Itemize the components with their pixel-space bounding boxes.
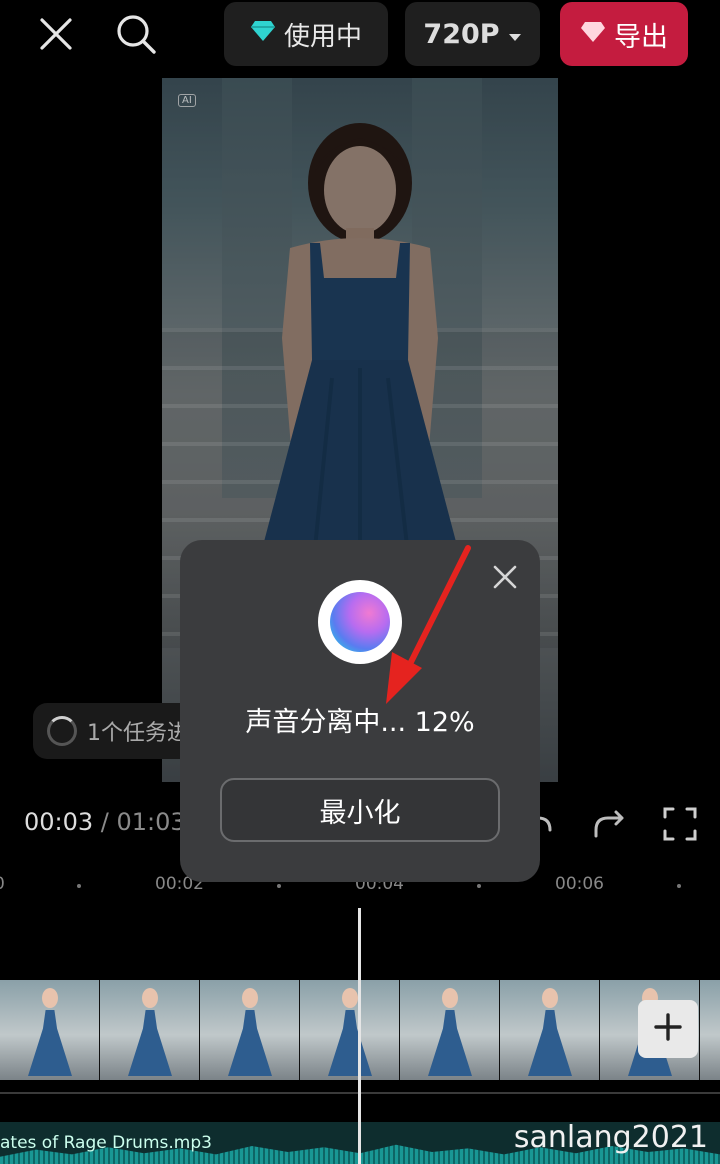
current-time: 00:03 (24, 808, 94, 836)
pro-in-use-button[interactable]: 使用中 (224, 2, 388, 66)
plus-icon (653, 1007, 683, 1051)
export-button[interactable]: 导出 (560, 2, 688, 66)
redo-icon[interactable] (590, 804, 630, 844)
video-thumbnail (100, 980, 200, 1080)
diamond-icon (250, 19, 276, 49)
video-thumbnail (700, 980, 720, 1080)
watermark-text: sanlang2021 (513, 1120, 708, 1155)
loading-spinner-icon (47, 716, 77, 746)
video-thumbnail (200, 980, 300, 1080)
dialog-close-icon[interactable] (489, 561, 521, 593)
resolution-dropdown[interactable]: 720P (405, 2, 540, 66)
ruler-tick-label: 0 (0, 874, 5, 894)
red-arrow-annotation (386, 545, 471, 704)
time-display: 00:03 / 01:03 (24, 808, 186, 836)
ruler-tick-label: 00:06 (555, 874, 604, 894)
video-thumbnail (500, 980, 600, 1080)
diamond-icon (580, 19, 606, 50)
add-clip-button[interactable] (638, 1000, 698, 1058)
resolution-label: 720P (423, 18, 500, 50)
ruler-dot (677, 884, 681, 888)
ruler-dot (477, 884, 481, 888)
audio-filename: ates of Rage Drums.mp3 (0, 1133, 212, 1153)
top-bar: 使用中 720P 导出 (0, 0, 720, 70)
video-thumbnail (300, 980, 400, 1080)
video-thumbnail (0, 980, 100, 1080)
total-time: / 01:03 (93, 808, 186, 836)
ruler-dot (77, 884, 81, 888)
search-icon[interactable] (112, 10, 160, 58)
chevron-down-icon (508, 19, 522, 50)
close-icon[interactable] (34, 12, 78, 56)
export-label: 导出 (614, 21, 668, 53)
progress-text: 声音分离中... 12% (245, 707, 475, 738)
playhead[interactable] (358, 908, 361, 1164)
minimize-button[interactable]: 最小化 (220, 778, 500, 842)
ai-badge: AI (178, 94, 196, 107)
pro-in-use-label: 使用中 (283, 21, 362, 52)
fullscreen-icon[interactable] (660, 804, 700, 844)
video-thumbnail (400, 980, 500, 1080)
ruler-dot (277, 884, 281, 888)
